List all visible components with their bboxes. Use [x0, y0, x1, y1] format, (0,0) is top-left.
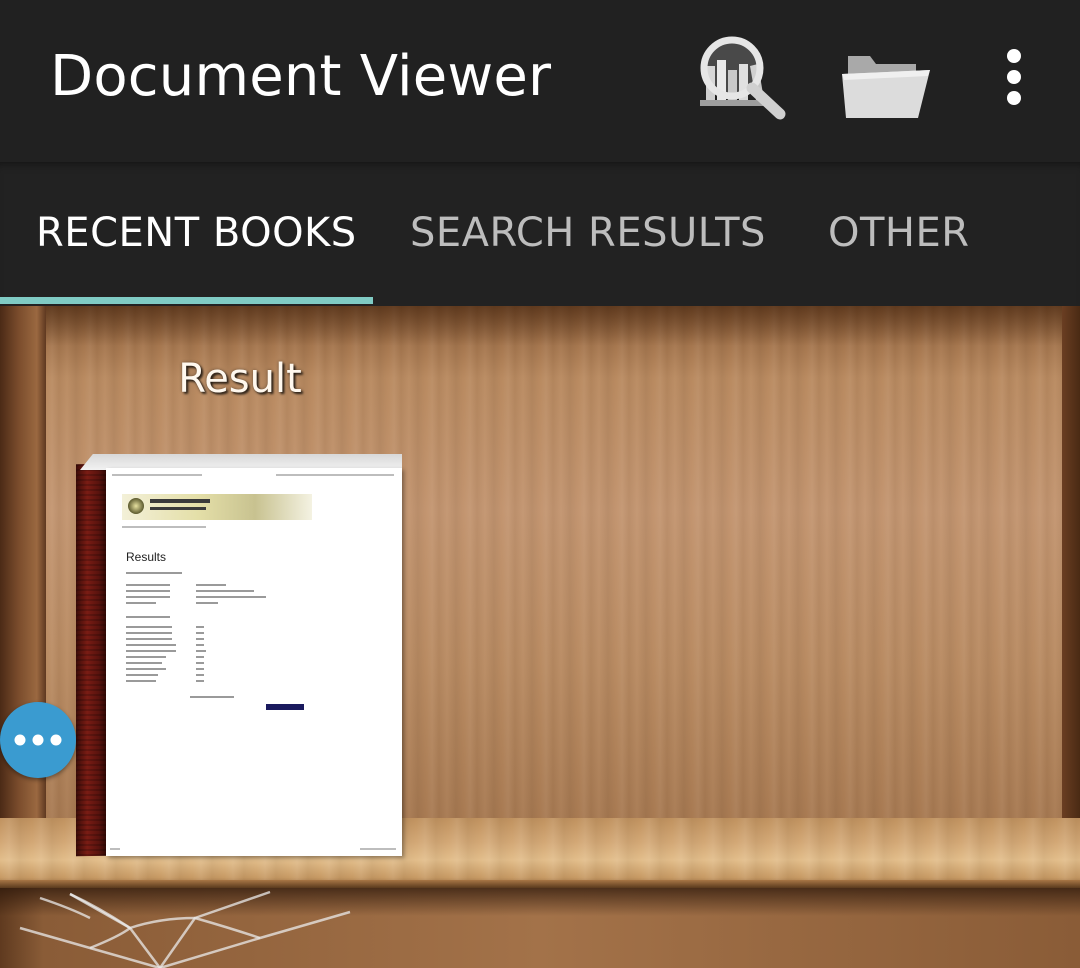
doc-footer-line: [360, 848, 396, 850]
doc-line: [196, 590, 254, 592]
doc-line: [196, 638, 204, 640]
doc-line: [196, 656, 204, 658]
doc-line: [126, 656, 166, 658]
overflow-menu-button[interactable]: [990, 40, 1038, 116]
doc-line: [126, 602, 156, 604]
doc-top-line: [276, 474, 394, 476]
doc-heading: Results: [126, 550, 167, 564]
open-file-button[interactable]: [836, 46, 936, 126]
more-actions-button[interactable]: [0, 702, 76, 778]
doc-line: [126, 584, 170, 586]
doc-line: [190, 696, 234, 698]
active-tab-indicator: [0, 297, 373, 304]
book-title: Result: [178, 356, 302, 402]
doc-line: [126, 616, 170, 618]
doc-button-graphic: [266, 704, 304, 710]
doc-line: [196, 602, 218, 604]
doc-line: [196, 644, 204, 646]
overflow-menu-icon: [1007, 49, 1021, 105]
more-horizontal-icon: [14, 734, 62, 746]
app-title: Document Viewer: [50, 44, 552, 109]
app-bar: Document Viewer: [0, 0, 1080, 162]
doc-line: [126, 626, 172, 628]
doc-line: [196, 662, 204, 664]
tab-other[interactable]: OTHER: [828, 210, 970, 270]
doc-line: [126, 590, 170, 592]
doc-line: [126, 662, 162, 664]
folder-open-icon: [842, 56, 930, 118]
doc-line: [126, 572, 182, 574]
search-library-button[interactable]: [694, 30, 794, 126]
shelf-shadow: [46, 306, 1062, 346]
bookshelf[interactable]: Result Results: [0, 306, 1080, 968]
doc-line: [126, 644, 176, 646]
tab-recent-books[interactable]: RECENT BOOKS: [36, 210, 357, 270]
doc-header-text: [150, 507, 206, 510]
tab-search-results[interactable]: SEARCH RESULTS: [410, 210, 766, 270]
magnifier-books-icon: [700, 36, 786, 120]
book-item[interactable]: Results: [76, 454, 406, 858]
doc-line: [126, 596, 170, 598]
doc-header-text: [150, 499, 210, 503]
doc-line: [196, 680, 204, 682]
doc-line: [196, 650, 206, 652]
doc-footer-line: [110, 848, 120, 850]
book-cover-thumbnail: Results: [106, 468, 402, 856]
doc-line: [196, 626, 204, 628]
doc-line: [126, 632, 172, 634]
book-spine: [76, 463, 108, 857]
doc-line: [196, 584, 226, 586]
doc-emblem-icon: [128, 498, 144, 514]
doc-line: [196, 632, 204, 634]
doc-line: [126, 674, 158, 676]
shelf-plank-edge: [0, 880, 1080, 888]
doc-line: [126, 650, 176, 652]
doc-subheader-line: [122, 526, 206, 528]
doc-line: [126, 638, 172, 640]
doc-line: [196, 674, 204, 676]
doc-line: [196, 668, 204, 670]
doc-line: [126, 668, 166, 670]
doc-top-line: [112, 474, 202, 476]
doc-line: [196, 596, 266, 598]
doc-line: [126, 680, 156, 682]
cobweb-decoration: [19, 890, 351, 968]
tab-bar: RECENT BOOKS SEARCH RESULTS OTHER: [0, 162, 1080, 306]
